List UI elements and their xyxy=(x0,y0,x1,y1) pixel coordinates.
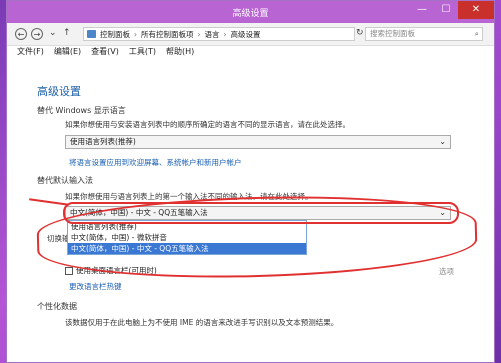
default-input-heading: 替代默认输入法 xyxy=(37,176,93,185)
dropdown-option[interactable]: 使用语言列表(推荐) xyxy=(68,221,306,232)
menu-view[interactable]: 查看(V) xyxy=(91,45,119,59)
dropdown-option-selected[interactable]: 中文(简体，中国) - 中文 - QQ五笔输入法 xyxy=(68,243,306,254)
refresh-icon[interactable]: ↻ xyxy=(356,28,364,38)
default-input-value: 中文(简体，中国) - 中文 - QQ五笔输入法 xyxy=(70,208,208,217)
options-link[interactable]: 选项 xyxy=(439,266,454,277)
menu-bar: 文件(F) 编辑(E) 查看(V) 工具(T) 帮助(H) xyxy=(7,45,494,59)
language-bar-checkbox-label: 使用桌面语言栏(可用时) xyxy=(76,266,157,275)
default-input-select[interactable]: 中文(简体，中国) - 中文 - QQ五笔输入法 ⌄ xyxy=(65,206,451,220)
personalization-heading: 个性化数据 xyxy=(37,302,77,311)
display-language-description: 如果你想使用与安装语言列表中的顺序所确定的语言不同的显示语言，请在此处选择。 xyxy=(65,120,350,129)
main-content: 高级设置 替代 Windows 显示语言 如果你想使用与安装语言列表中的顺序所确… xyxy=(7,59,494,362)
breadcrumb-separator: › xyxy=(134,29,137,39)
language-bar-checkbox-row[interactable]: 使用桌面语言栏(可用时) xyxy=(65,265,157,276)
menu-tools[interactable]: 工具(T) xyxy=(129,45,156,59)
dropdown-option[interactable]: 中文(简体，中国) - 微软拼音 xyxy=(68,232,306,243)
breadcrumb-item[interactable]: 控制面板 xyxy=(100,29,130,40)
breadcrumb-separator: › xyxy=(223,29,227,39)
breadcrumb-separator: › xyxy=(197,29,201,39)
maximize-button[interactable]: ☐ xyxy=(434,1,458,19)
breadcrumb[interactable]: 控制面板 › 所有控制面板项 › 语言 › 高级设置 xyxy=(83,27,355,41)
language-bar-checkbox[interactable] xyxy=(65,266,73,275)
breadcrumb-item[interactable]: 所有控制面板项 xyxy=(141,29,194,40)
up-arrow-icon[interactable]: ↑ xyxy=(63,28,71,38)
chevron-down-icon: ⌄ xyxy=(439,208,446,217)
breadcrumb-item[interactable]: 高级设置 xyxy=(231,29,261,40)
input-method-dropdown-list[interactable]: 使用语言列表(推荐) 中文(简体，中国) - 微软拼音 中文(简体，中国) - … xyxy=(67,220,307,255)
title-bar: 高级设置 — ☐ ✕ xyxy=(7,1,494,23)
search-input[interactable]: 搜索控制面板 ⌕ xyxy=(365,27,483,41)
window-controls: — ☐ ✕ xyxy=(410,1,494,19)
hotkey-link[interactable]: 更改语言栏热键 xyxy=(69,281,122,292)
search-icon[interactable]: ⌕ xyxy=(475,28,479,40)
search-placeholder: 搜索控制面板 xyxy=(370,29,415,38)
forward-arrow-icon[interactable]: → xyxy=(31,28,43,40)
address-bar: ← → ⌄ ↑ 控制面板 › 所有控制面板项 › 语言 › 高级设置 ↻ 搜索控… xyxy=(7,23,494,46)
recent-pages-icon[interactable]: ⌄ xyxy=(49,28,57,38)
control-panel-icon xyxy=(87,30,96,38)
apply-language-settings-link[interactable]: 将语言设置应用到欢迎屏幕、系统帐户和新用户帐户 xyxy=(69,157,242,168)
close-button[interactable]: ✕ xyxy=(458,1,494,19)
display-language-select[interactable]: 使用语言列表(推荐) ⌄ xyxy=(65,135,451,149)
menu-help[interactable]: 帮助(H) xyxy=(166,45,194,59)
settings-window: 高级设置 — ☐ ✕ ← → ⌄ ↑ 控制面板 › 所有控制面板项 › 语言 ›… xyxy=(6,0,495,363)
display-language-heading: 替代 Windows 显示语言 xyxy=(37,106,126,115)
menu-file[interactable]: 文件(F) xyxy=(17,45,44,59)
minimize-button[interactable]: — xyxy=(410,1,434,19)
display-language-value: 使用语言列表(推荐) xyxy=(70,137,136,146)
menu-edit[interactable]: 编辑(E) xyxy=(54,45,81,59)
personalization-description: 该数据仅用于在此电脑上为不使用 IME 的语言来改进手写识别以及文本预测结果。 xyxy=(65,318,339,327)
default-input-description: 如果你想使用与语言列表上的第一个输入法不同的输入法，请在此处选择。 xyxy=(65,192,313,201)
back-arrow-icon[interactable]: ← xyxy=(15,28,27,40)
breadcrumb-item[interactable]: 语言 xyxy=(205,29,220,40)
page-title: 高级设置 xyxy=(37,85,81,98)
chevron-down-icon: ⌄ xyxy=(439,137,446,146)
